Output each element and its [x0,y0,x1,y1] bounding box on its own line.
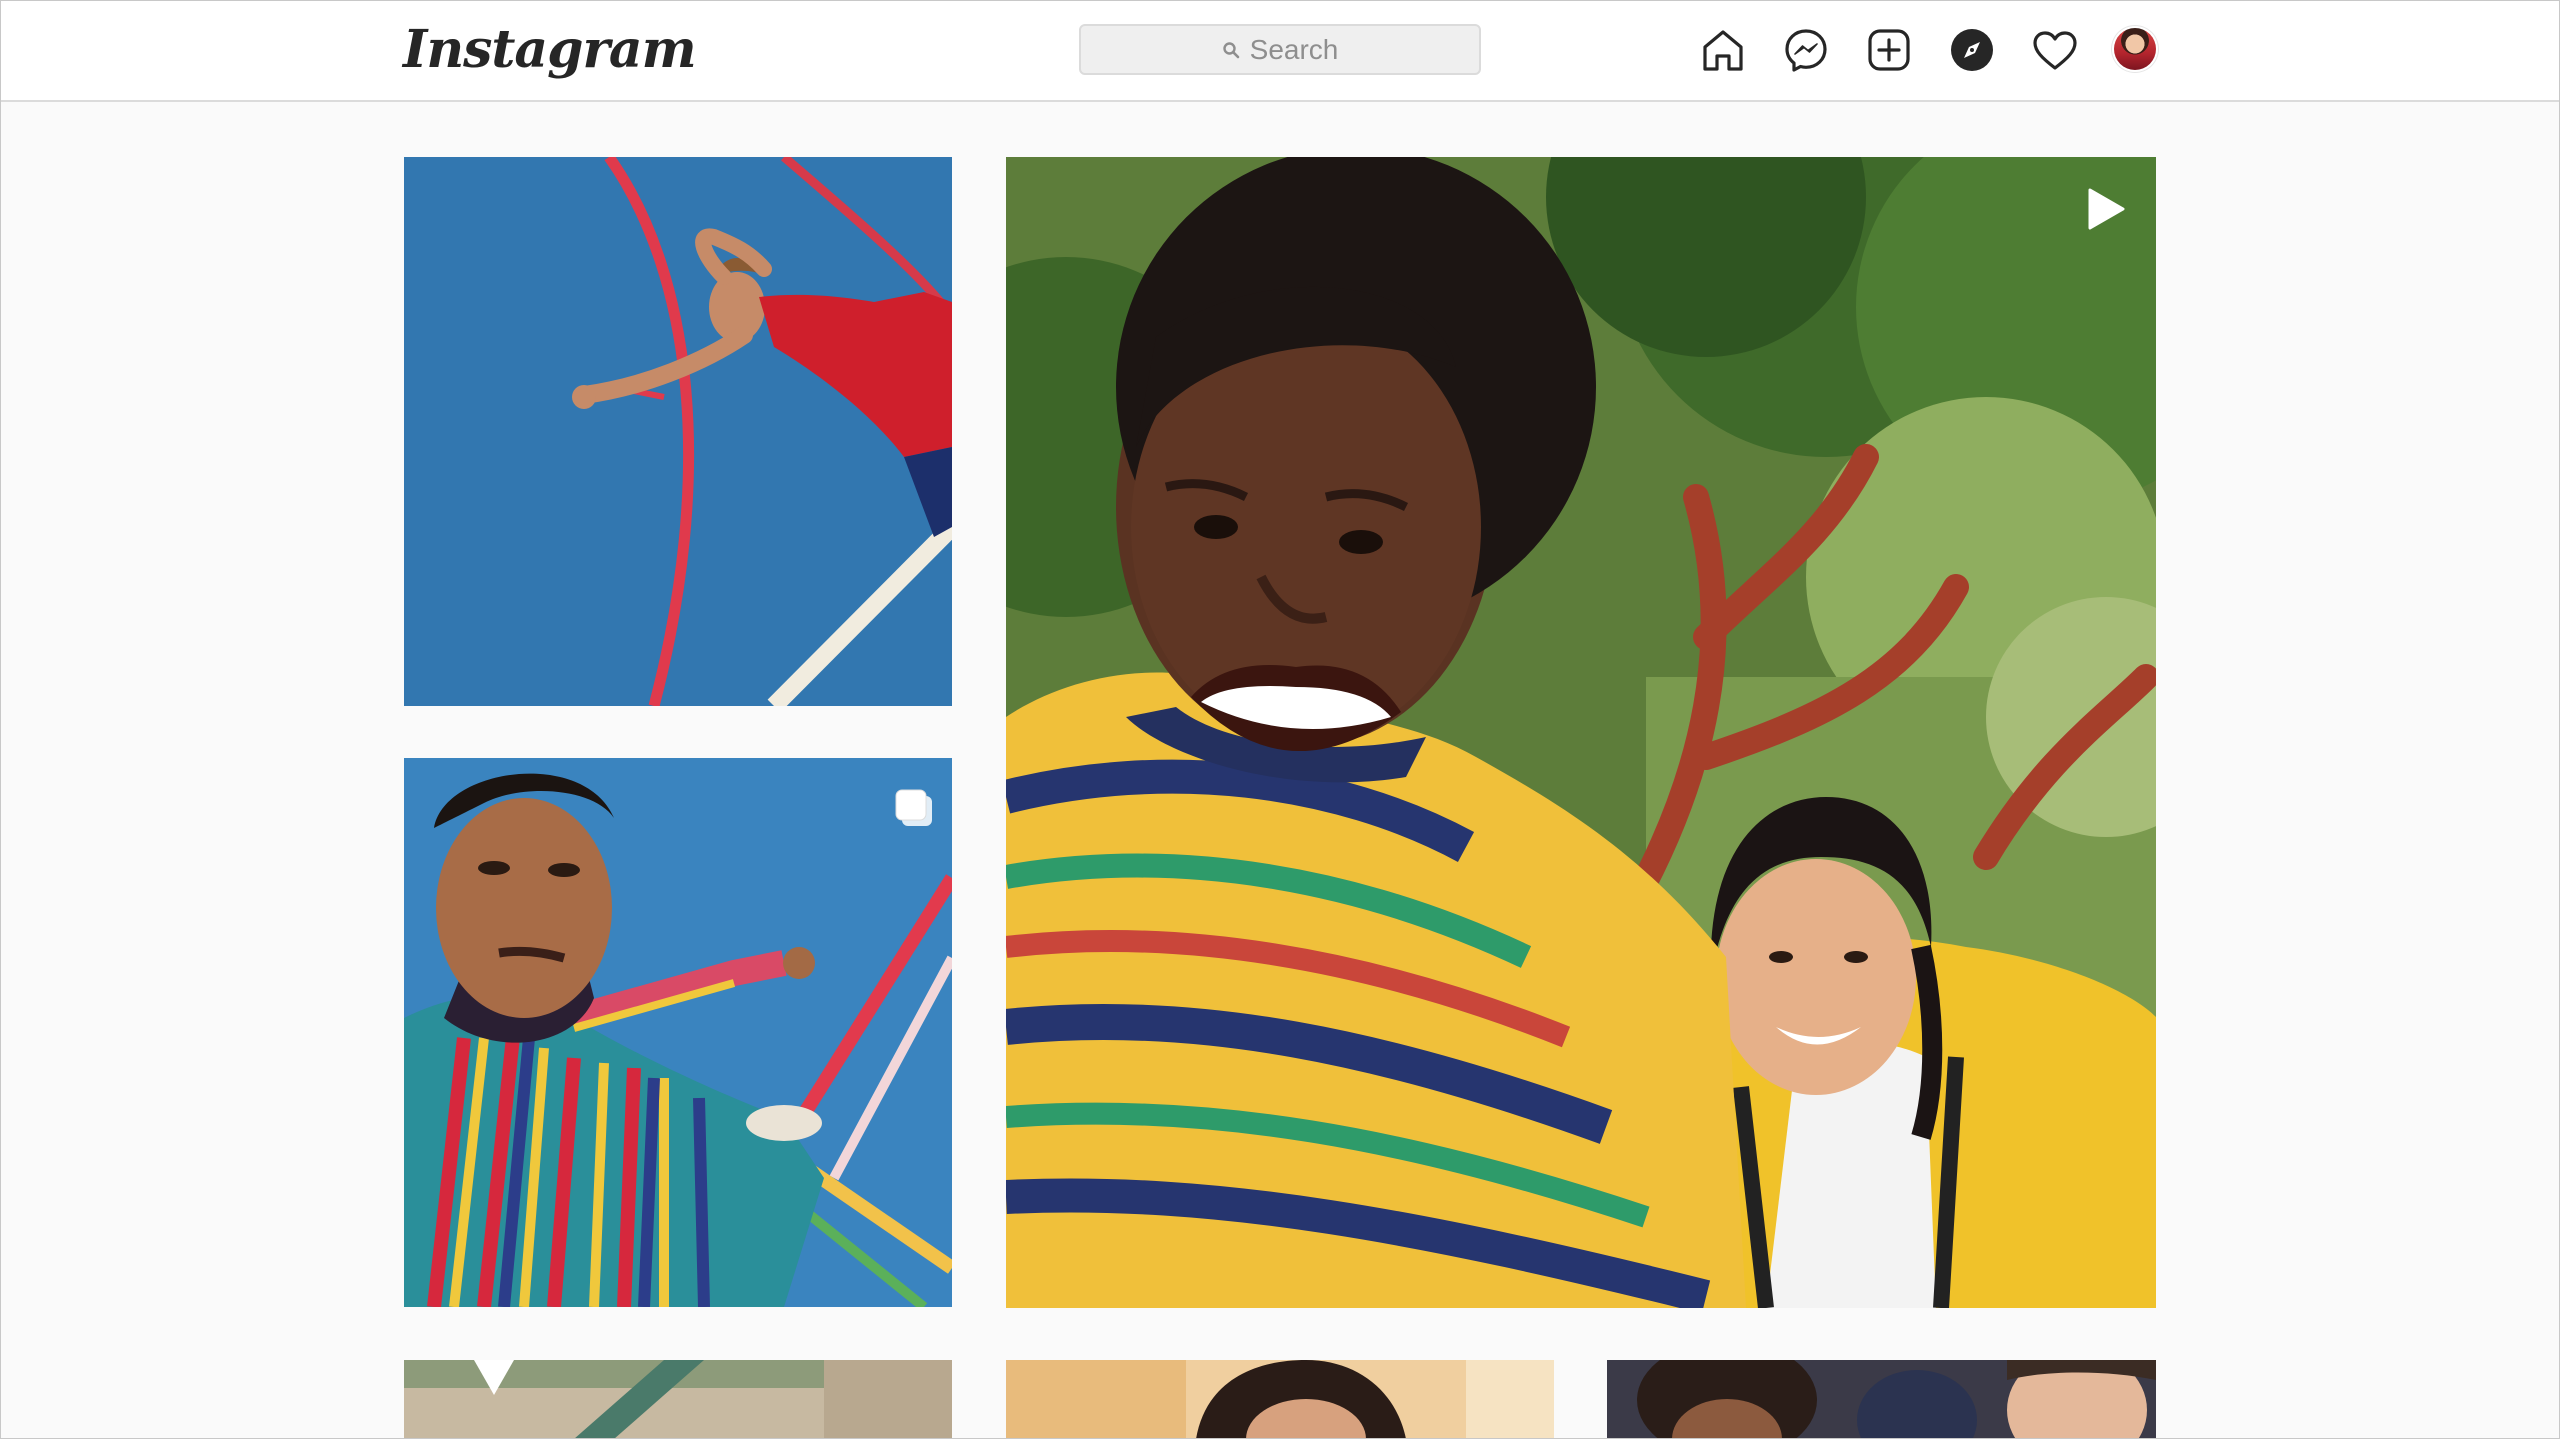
search-input[interactable]: Search [1079,24,1481,75]
search-icon [1222,41,1239,58]
post-tile[interactable] [404,758,952,1307]
activity-heart-icon [2033,31,2077,70]
activity-button[interactable] [2029,24,2081,76]
instagram-logo[interactable]: Instagram [403,18,697,82]
post-tile[interactable] [404,1360,952,1439]
post-photo [1006,157,2156,1308]
post-tile[interactable] [1006,1360,1554,1439]
post-tile[interactable] [404,157,952,706]
post-photo [404,1360,952,1439]
new-post-button[interactable] [1863,24,1915,76]
post-tile-featured[interactable] [1006,157,2156,1308]
explore-icon [1951,29,1993,71]
home-button[interactable] [1697,24,1749,76]
post-photo [404,758,952,1307]
messenger-icon [1785,29,1827,72]
messenger-button[interactable] [1780,24,1832,76]
explore-button[interactable] [1946,24,1998,76]
top-navigation-bar: Instagram Search [0,0,2560,102]
post-photo [1607,1360,2156,1439]
video-icon [2088,188,2125,230]
new-post-icon [1868,29,1910,71]
profile-avatar[interactable] [2114,28,2156,70]
carousel-icon [895,789,932,826]
post-photo [1006,1360,1554,1439]
post-photo [404,157,952,706]
search-placeholder: Search [1249,33,1339,65]
post-tile[interactable] [1607,1360,2156,1439]
home-icon [1703,30,1743,71]
